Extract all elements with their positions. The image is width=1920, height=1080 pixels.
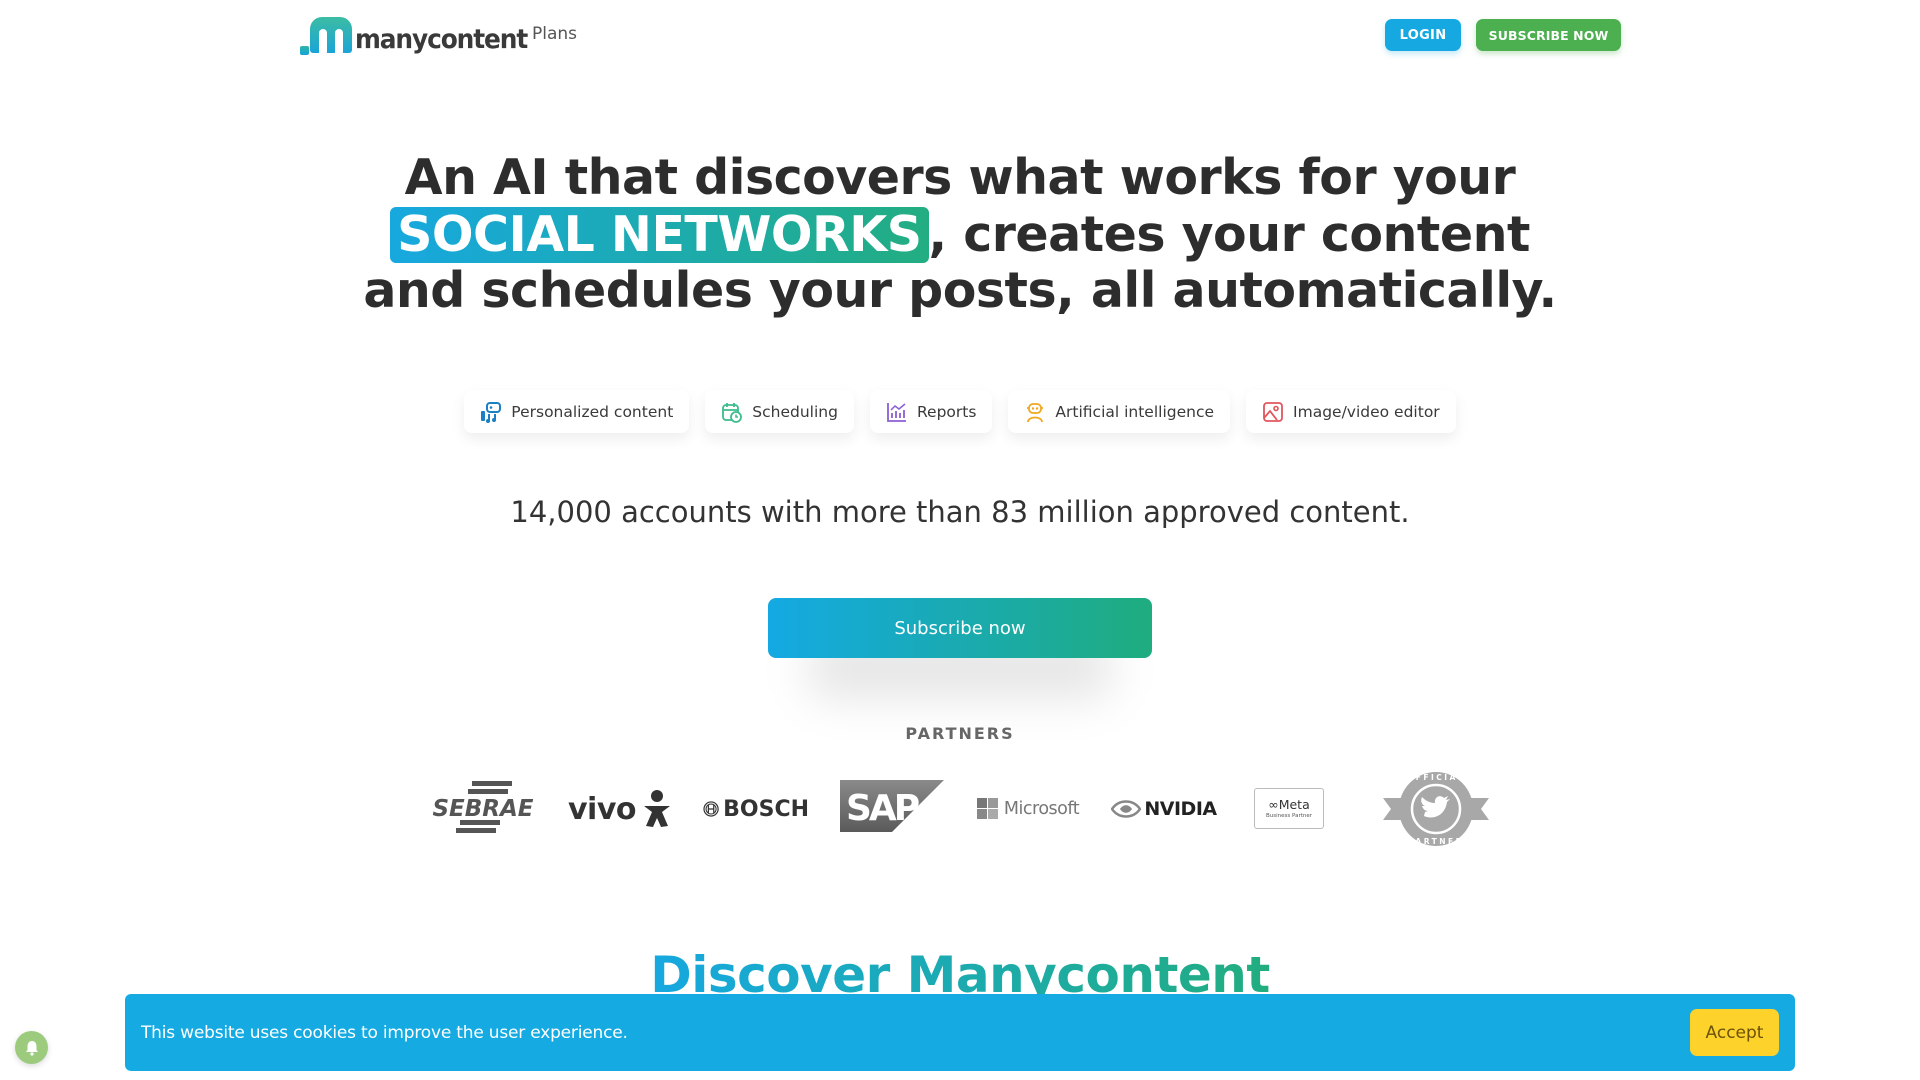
partner-text: PARTNER [1408,837,1464,846]
microsoft-text: Microsoft [1003,799,1080,819]
hero-highlight: SOCIAL NETWORKS [390,206,929,263]
feature-list: Personalized content Scheduling Reports … [0,390,1920,433]
vivo-text: vivo [567,791,637,827]
feature-scheduling[interactable]: Scheduling [705,390,854,433]
hero-line-2: SOCIAL NETWORKS, creates your content [0,205,1920,264]
partner-logos: SEBRAE vivo BOSCH SAP Microsoft NVIDIA ∞… [0,766,1920,856]
nvidia-logo: NVIDIA [1110,794,1218,824]
microsoft-logo: Microsoft [975,794,1081,824]
logo[interactable]: manycontent [300,15,542,55]
accept-cookies-button[interactable]: Accept [1690,1009,1779,1056]
nvidia-eye-icon [1111,800,1142,818]
subscribe-now-header-button[interactable]: SUBSCRIBE NOW [1476,19,1621,51]
cookie-text: This website uses cookies to improve the… [141,1022,628,1043]
cta-wrapper: Subscribe now [768,598,1152,698]
vivo-figure-icon [644,790,670,827]
meta-business-partner-logo: ∞Meta Business Partner [1254,788,1324,829]
feature-label: Image/video editor [1293,402,1440,421]
nvidia-text: NVIDIA [1144,798,1217,820]
personalized-content-icon [480,401,502,423]
login-button[interactable]: LOGIN [1385,19,1461,51]
sap-logo: SAP [840,780,944,832]
feature-artificial-intelligence[interactable]: Artificial intelligence [1008,390,1231,433]
feature-label: Reports [916,402,977,421]
feature-reports[interactable]: Reports [869,390,993,433]
meta-text: ∞Meta [1268,796,1310,812]
subscribe-now-button[interactable]: Subscribe now [768,598,1152,658]
hero-line-2-rest: , creates your content [928,205,1531,263]
bosch-text: BOSCH [723,796,809,822]
feature-label: Artificial intelligence [1055,402,1215,421]
cookie-banner: This website uses cookies to improve the… [125,994,1795,1071]
nav-plans[interactable]: Plans [532,24,577,44]
bosch-logo: BOSCH [703,792,809,826]
feature-personalized-content[interactable]: Personalized content [464,390,690,433]
twitter-official-partner-badge: OFFICIAL PARTNER [1383,766,1489,852]
calendar-clock-icon [721,401,743,423]
feature-label: Scheduling [752,402,838,421]
notification-bell-button[interactable] [15,1031,48,1064]
bosch-armature-icon [703,801,719,817]
robot-icon [1024,401,1046,423]
sap-text: SAP [846,788,919,829]
hero-headline: An AI that discovers what works for your… [0,149,1920,320]
feature-label: Personalized content [511,402,674,421]
microsoft-squares-icon [976,798,998,819]
logo-mark-icon [300,17,352,55]
logo-text: manycontent [355,24,528,55]
sebrae-text: SEBRAE [432,796,533,822]
sebrae-logo: SEBRAE [430,778,536,836]
stats-text: 14,000 accounts with more than 83 millio… [510,495,1410,529]
vivo-logo: vivo [566,784,674,834]
image-icon [1262,401,1284,423]
bar-chart-icon [886,401,908,423]
hero-line-3: and schedules your posts, all automatica… [363,262,1557,319]
official-text: OFFICIAL [1407,773,1465,782]
meta-business-partner-text: Business Partner [1266,812,1312,819]
bell-icon [25,1040,38,1056]
partners-label: PARTNERS [905,724,1015,743]
feature-image-video-editor[interactable]: Image/video editor [1246,390,1456,433]
hero-line-1: An AI that discovers what works for your [404,149,1516,206]
